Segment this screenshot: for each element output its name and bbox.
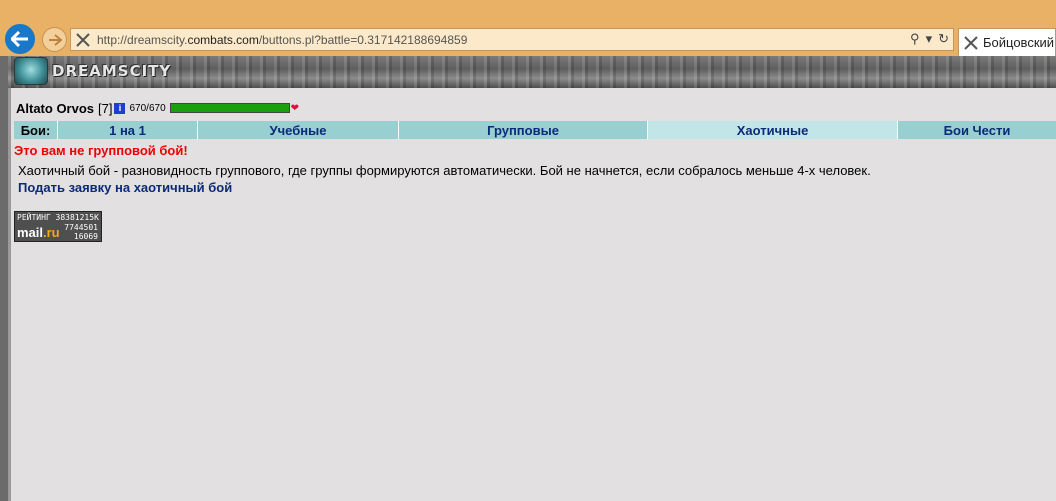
player-name: Altato Orvos [16, 100, 95, 116]
game-header-band: DREAMSCITY [8, 56, 1056, 88]
tab-title: Бойцовский клуб [983, 35, 1055, 50]
crossed-swords-icon [75, 32, 95, 48]
address-bar[interactable]: http://dreamscity.combats.com/buttons.pl… [70, 28, 954, 51]
tab-group[interactable]: Групповые [399, 121, 648, 139]
dreamscity-logo: DREAMSCITY [14, 57, 171, 85]
battles-label: Бои: [14, 121, 58, 139]
url-text: http://dreamscity.combats.com/buttons.pl… [97, 32, 468, 47]
browser-tab[interactable]: Бойцовский клуб [958, 28, 1056, 56]
logo-text: DREAMSCITY [52, 62, 172, 80]
player-info: Altato Orvos [7] i 670/670 ❤ [14, 96, 1056, 120]
left-frame-border [0, 56, 8, 501]
tab-swords-icon [963, 35, 979, 51]
search-icon[interactable]: ⚲ [910, 31, 920, 47]
info-icon[interactable]: i [114, 102, 126, 114]
chaotic-description: Хаотичный бой - разновидность группового… [18, 163, 871, 178]
refresh-icon[interactable]: ↻ [938, 31, 949, 47]
warning-message: Это вам не групповой бой! [14, 143, 188, 158]
hp-bar [169, 103, 290, 113]
apply-chaotic-link[interactable]: Подать заявку на хаотичный бой [18, 180, 1056, 195]
tab-training[interactable]: Учебные [198, 121, 399, 139]
heart-icon: ❤ [290, 102, 300, 114]
back-arrow-icon [11, 31, 28, 47]
logo-emblem-icon [14, 57, 48, 85]
counter-value-2: 16069 [73, 232, 98, 241]
main-content: Altato Orvos [7] i 670/670 ❤ Бои: 1 на 1… [14, 96, 1056, 195]
back-button[interactable] [3, 22, 37, 56]
tab-honor-battles[interactable]: Бои Чести [898, 121, 1056, 139]
battle-tabs: Бои: 1 на 1 Учебные Групповые Хаотичные … [14, 121, 1056, 139]
hp-text: 670/670 [129, 102, 166, 114]
counter-rating-text: РЕЙТИНГ 38381215К [17, 213, 99, 222]
forward-arrow-icon [48, 33, 62, 46]
forward-button[interactable] [42, 27, 67, 52]
left-frame-inner-border [8, 88, 11, 501]
player-level: [7] [98, 100, 113, 116]
mailru-logo: mail.ru [17, 225, 60, 240]
tab-chaotic[interactable]: Хаотичные [648, 121, 898, 139]
counter-value-1: 7744501 [64, 223, 98, 232]
tab-one-on-one[interactable]: 1 на 1 [58, 121, 198, 139]
mailru-counter[interactable]: РЕЙТИНГ 38381215К mail.ru 7744501 16069 [14, 211, 102, 242]
browser-toolbar: http://dreamscity.combats.com/buttons.pl… [0, 0, 1056, 56]
chevron-down-icon[interactable]: ▾ [926, 31, 933, 47]
